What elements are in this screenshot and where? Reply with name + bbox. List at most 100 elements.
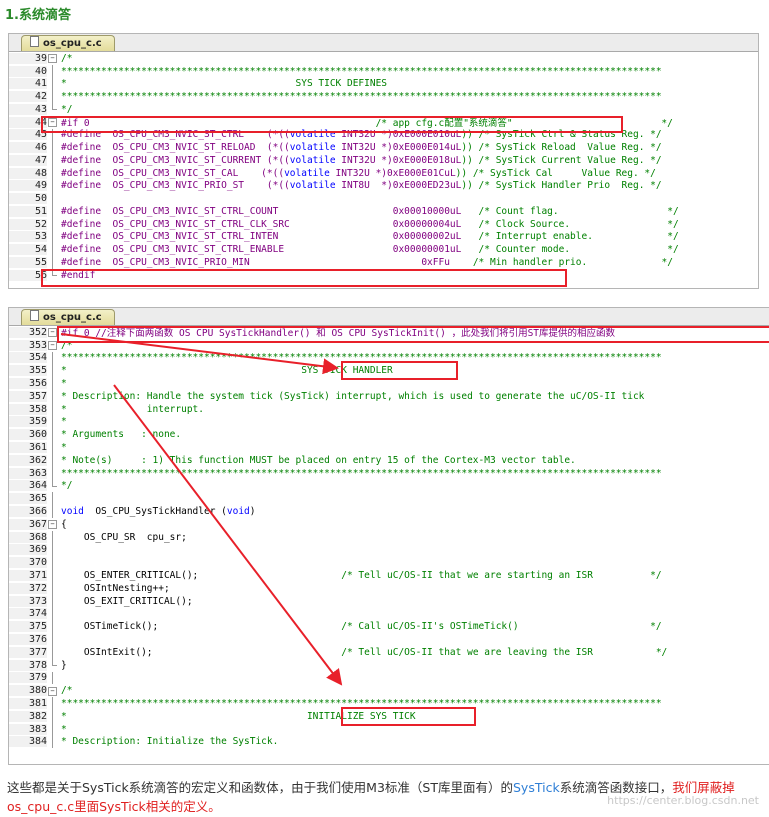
code-text: * Description: Initialize the SysTick.	[61, 736, 279, 748]
fold-line	[52, 90, 53, 103]
file-tab[interactable]: os_cpu_c.c	[21, 309, 115, 325]
line-number: 377	[9, 646, 47, 658]
code-token: INT32U *)	[335, 142, 393, 154]
paragraph-text-1: 这些都是关于SysTick系统滴答的宏定义和函数体，由于我们使用M3标准（ST库…	[7, 780, 513, 795]
code-text: *	[61, 416, 67, 428]
fold-line	[52, 141, 53, 154]
fold-line	[52, 543, 53, 557]
code-text: *	[61, 723, 67, 735]
file-tab-label: os_cpu_c.c	[43, 312, 102, 323]
line-number: 43	[9, 103, 47, 115]
fold-toggle-icon[interactable]: −	[48, 686, 57, 696]
fold-line	[52, 402, 53, 416]
file-tab[interactable]: os_cpu_c.c	[21, 35, 115, 51]
code-line: 48 #define OS_CPU_CM3_NVIC_ST_CAL (*((vol…	[9, 166, 758, 180]
code-area[interactable]: 39−/* 40 *********************************…	[9, 52, 758, 282]
fold-gutter	[47, 505, 57, 518]
fold-gutter	[47, 607, 57, 621]
fold-line	[52, 441, 53, 454]
fold-gutter[interactable]: −	[47, 326, 57, 339]
fold-gutter[interactable]: −	[47, 684, 57, 697]
fold-gutter[interactable]: −	[47, 518, 57, 531]
code-token: #define OS_CPU_CM3_NVIC_PRIO_ST (*((	[61, 180, 290, 192]
code-line: 378}	[9, 658, 769, 672]
line-number: 379	[9, 672, 47, 684]
fold-gutter	[47, 492, 57, 506]
code-line: 51 #define OS_CPU_CM3_NVIC_ST_CTRL_COUNT …	[9, 205, 758, 218]
fold-gutter[interactable]: −	[47, 339, 57, 352]
fold-gutter	[47, 77, 57, 91]
line-number: 366	[9, 506, 47, 518]
fold-gutter[interactable]: −	[47, 52, 57, 65]
line-number: 375	[9, 621, 47, 633]
code-text: #define OS_CPU_CM3_NVIC_ST_CTRL_INTEN 0x…	[57, 231, 679, 242]
fold-line	[52, 243, 53, 256]
line-number: 371	[9, 570, 47, 582]
fold-gutter	[47, 709, 57, 723]
code-token: )) /* SysTick Cal Value Reg. */	[455, 167, 656, 179]
fold-toggle-icon[interactable]: −	[48, 341, 57, 351]
line-number: 374	[9, 608, 47, 620]
code-text: ****************************************…	[61, 467, 662, 479]
fold-line	[52, 466, 53, 480]
code-text: */	[61, 103, 73, 115]
line-number: 358	[9, 403, 47, 415]
code-text: * SYS TICK DEFINES	[61, 78, 388, 90]
code-token: /* Call uC/OS-II's OSTimeTick() */	[341, 621, 662, 633]
line-number: 42	[9, 91, 47, 103]
code-token: /* Min handler prio. */	[449, 256, 673, 268]
code-text: #define OS_CPU_CM3_NVIC_PRIO_MIN 0xFFu /…	[57, 257, 673, 268]
fold-gutter	[47, 594, 57, 608]
fold-line	[52, 620, 53, 634]
fold-line	[52, 530, 53, 544]
fold-line	[52, 428, 53, 442]
highlight-box-if0-comment	[57, 326, 769, 343]
fold-toggle-icon[interactable]: −	[48, 328, 57, 338]
paragraph-text-2: 系统滴答函数接口，	[559, 780, 673, 795]
section-heading: 1.系统滴答	[5, 8, 71, 23]
fold-gutter	[47, 620, 57, 634]
fold-toggle-icon[interactable]: −	[48, 520, 57, 530]
line-number: 380	[9, 685, 47, 697]
fold-gutter	[47, 569, 57, 582]
fold-line	[52, 256, 53, 269]
fold-line	[52, 166, 53, 180]
systick-link[interactable]: SysTick	[513, 780, 560, 795]
code-line: 372 OSIntNesting++;	[9, 581, 769, 595]
line-number: 378	[9, 659, 47, 671]
line-number: 353	[9, 339, 47, 351]
code-token: OSTimeTick();	[61, 621, 342, 633]
code-text: #define OS_CPU_CM3_NVIC_ST_CAL (*((volat…	[57, 168, 656, 179]
line-number: 49	[9, 180, 47, 192]
line-number: 357	[9, 390, 47, 402]
code-line: 357 * Description: Handle the system tick…	[9, 389, 769, 403]
fold-toggle-icon[interactable]: −	[48, 54, 57, 64]
code-line: 365	[9, 492, 769, 506]
code-token: /* Tell uC/OS-II that we are leaving the…	[341, 646, 668, 658]
code-editor-screenshot-2: os_cpu_c.c 352− #if 0 //注释下面两函数 OS CPU Sy…	[8, 307, 769, 765]
fold-line	[52, 453, 53, 467]
code-text: ****************************************…	[61, 65, 662, 77]
code-line: 380−/*	[9, 684, 769, 697]
code-token: 0xE000ED23uL	[392, 180, 462, 192]
fold-gutter	[47, 453, 57, 467]
highlight-box-endif	[41, 269, 567, 287]
line-number: 39	[9, 52, 47, 64]
line-number: 361	[9, 442, 47, 454]
fold-line	[52, 64, 53, 78]
fold-gutter	[47, 141, 57, 154]
fold-line	[52, 722, 53, 736]
code-line: 49 #define OS_CPU_CM3_NVIC_PRIO_ST (*((vo…	[9, 179, 758, 193]
code-line: 368 OS_CPU_SR cpu_sr;	[9, 530, 769, 544]
fold-gutter	[47, 735, 57, 749]
fold-line	[52, 179, 53, 193]
code-line: 358 * interrupt.	[9, 402, 769, 416]
code-line: 54 #define OS_CPU_CM3_NVIC_ST_CTRL_ENABLE…	[9, 243, 758, 256]
code-area[interactable]: 352− #if 0 //注释下面两函数 OS CPU SysTickHandle…	[9, 326, 769, 749]
code-token: volatile	[289, 142, 336, 154]
fold-line	[52, 217, 53, 231]
code-line: 366 void OS_CPU_SysTickHandler (void)	[9, 505, 769, 518]
editor-tab-bar: os_cpu_c.c	[9, 308, 769, 326]
fold-line	[52, 671, 53, 685]
code-line: 43 */	[9, 103, 758, 116]
